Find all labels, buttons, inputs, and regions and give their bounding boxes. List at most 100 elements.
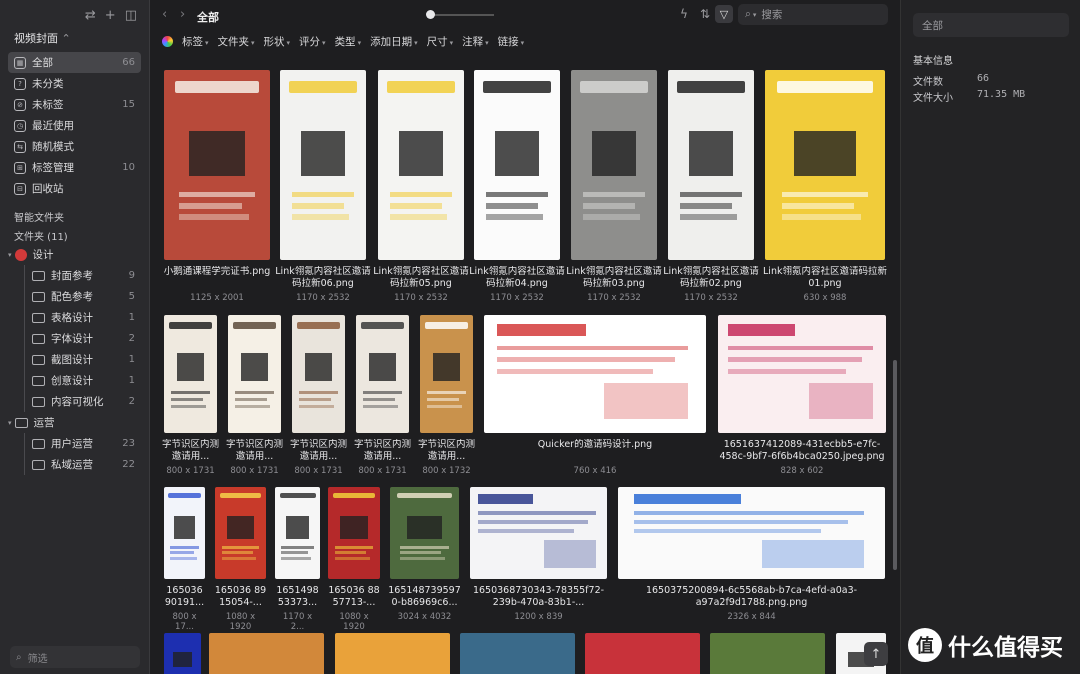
- thumbnail[interactable]: [710, 633, 825, 674]
- disclosure-icon[interactable]: ▾: [8, 251, 12, 259]
- thumbnail[interactable]: [470, 487, 607, 579]
- sidebar-item[interactable]: ⊞ 标签管理 10: [8, 157, 141, 178]
- file-dimensions: 1170 x 2...: [282, 612, 313, 632]
- folder-icon: [32, 438, 45, 449]
- file-dimensions: 1080 x 1920: [339, 612, 369, 632]
- folder-count: 9: [128, 270, 135, 281]
- sort-icon[interactable]: ⇅: [700, 7, 710, 21]
- sidebar-item[interactable]: ▦ 全部 66: [8, 52, 141, 73]
- sidebar-item[interactable]: ◷ 最近使用: [8, 115, 141, 136]
- thumbnail[interactable]: [280, 70, 366, 260]
- folder-item[interactable]: 私域运营 22: [0, 454, 149, 475]
- sidebar-filter-input[interactable]: ⌕ 筛选: [10, 646, 140, 668]
- filter-dropdown[interactable]: 类型 ▾: [335, 34, 362, 49]
- file-name: 1651498 53373...: [276, 585, 319, 608]
- filter-icon[interactable]: ▽: [715, 5, 733, 23]
- search-input[interactable]: ⌕ ▾ 搜索: [738, 4, 888, 25]
- forward-icon[interactable]: ›: [180, 7, 185, 22]
- filter-dropdown[interactable]: 注释 ▾: [462, 34, 489, 49]
- thumbnail[interactable]: [571, 70, 657, 260]
- inspector-title-field[interactable]: 全部: [913, 13, 1069, 37]
- sidebar-item[interactable]: ⊟ 回收站: [8, 178, 141, 199]
- sidebar-item[interactable]: ? 未分类: [8, 73, 141, 94]
- sidebar-item[interactable]: ⇆ 随机模式: [8, 136, 141, 157]
- file-dimensions: 760 x 416: [573, 466, 617, 476]
- smart-folders-header[interactable]: 智能文件夹: [0, 207, 149, 225]
- scrollbar[interactable]: [893, 360, 897, 570]
- file-name: 165036 88 57713-...: [328, 585, 380, 608]
- thumbnail[interactable]: [292, 315, 345, 433]
- thumbnail[interactable]: [390, 487, 459, 579]
- filter-dropdown[interactable]: 添加日期 ▾: [370, 34, 418, 49]
- chevron-down-icon: ▾: [251, 38, 255, 47]
- folder-item[interactable]: 截图设计 1: [0, 349, 149, 370]
- back-icon[interactable]: ‹: [162, 7, 167, 22]
- file-dimensions: 1170 x 2532: [684, 293, 738, 303]
- folder-item[interactable]: 用户运营 23: [0, 433, 149, 454]
- sidebar-item-label: 未标签: [32, 99, 64, 111]
- filter-dropdown[interactable]: 文件夹 ▾: [218, 34, 255, 49]
- sidebar-item-label: 未分类: [32, 78, 64, 90]
- thumbnail[interactable]: [228, 315, 281, 433]
- thumbnail[interactable]: [335, 633, 450, 674]
- file-dimensions: 1125 x 2001: [190, 293, 244, 303]
- folder-item[interactable]: 字体设计 2: [0, 328, 149, 349]
- thumbnail[interactable]: [209, 633, 324, 674]
- thumbnail[interactable]: [718, 315, 886, 433]
- thumbnail[interactable]: [668, 70, 754, 260]
- thumbnail[interactable]: [164, 70, 270, 260]
- sidebar: ⇄ + ◫ 视频封面 ⌃ ▦ 全部 66? 未分类 ⊘ 未标签 15 ◷ 最近使用 ⇆ 随机模式 ⊞ 标…: [0, 0, 150, 674]
- folder-icon: [32, 333, 45, 344]
- thumbnail[interactable]: [474, 70, 560, 260]
- filter-dropdown[interactable]: 形状 ▾: [264, 34, 291, 49]
- chevron-updown-icon: ⌃: [61, 32, 71, 45]
- filter-dropdown[interactable]: 链接 ▾: [498, 34, 525, 49]
- folder-item[interactable]: ▾ 设计: [0, 244, 149, 265]
- toolbar: ‹ › 全部 ϟ ⇅ ▽ ⌕ ▾ 搜索: [150, 0, 900, 30]
- chevron-down-icon: ▾: [752, 10, 757, 19]
- folder-item[interactable]: 配色参考 5: [0, 286, 149, 307]
- thumbnail[interactable]: [215, 487, 266, 579]
- thumbnail[interactable]: [420, 315, 473, 433]
- slider-knob[interactable]: [426, 10, 435, 19]
- sidebar-toggle-icon[interactable]: ◫: [125, 8, 137, 23]
- add-icon[interactable]: +: [105, 8, 116, 23]
- folders-header[interactable]: 文件夹 (11): [0, 226, 149, 244]
- folder-item[interactable]: 封面参考 9: [0, 265, 149, 286]
- thumbnail[interactable]: [378, 70, 464, 260]
- filter-dropdown[interactable]: 尺寸 ▾: [427, 34, 454, 49]
- thumbnail[interactable]: [460, 633, 575, 674]
- filter-dropdown[interactable]: 评分 ▾: [299, 34, 326, 49]
- inspector-panel: 全部 基本信息 文件数 66 文件大小 71.35 MB: [900, 0, 1080, 674]
- swap-icon[interactable]: ⇄: [85, 8, 96, 23]
- file-name: 165036 90191...: [164, 585, 205, 608]
- thumbnail[interactable]: [275, 487, 320, 579]
- sidebar-item[interactable]: ⊘ 未标签 15: [8, 94, 141, 115]
- search-placeholder: 搜索: [761, 9, 783, 21]
- sidebar-item-icon: ◷: [14, 119, 26, 132]
- thumbnail[interactable]: [585, 633, 700, 674]
- thumbnail[interactable]: [356, 315, 409, 433]
- chevron-down-icon: ▾: [322, 38, 326, 47]
- thumbnail[interactable]: [328, 487, 380, 579]
- file-name: 字节识区内测邀请用...: [161, 439, 219, 462]
- color-filter-icon[interactable]: [162, 35, 173, 47]
- thumbnail[interactable]: [164, 315, 217, 433]
- thumbnail[interactable]: [164, 487, 205, 579]
- search-icon: ⌕: [16, 651, 22, 663]
- disclosure-icon[interactable]: ▾: [8, 419, 12, 427]
- thumbnail[interactable]: [618, 487, 885, 579]
- filter-dropdown[interactable]: 标签 ▾: [182, 34, 209, 49]
- thumbnail[interactable]: [765, 70, 885, 260]
- thumbnail[interactable]: [164, 633, 201, 674]
- lightning-icon[interactable]: ϟ: [680, 7, 688, 21]
- library-switcher[interactable]: 视频封面 ⌃: [0, 30, 149, 46]
- folder-item[interactable]: ▾ 运营: [0, 412, 149, 433]
- chevron-down-icon: ▾: [205, 38, 209, 47]
- thumbnail-size-slider[interactable]: [428, 14, 494, 16]
- thumbnail[interactable]: [484, 315, 706, 433]
- folder-item[interactable]: 创意设计 1: [0, 370, 149, 391]
- folder-item[interactable]: 内容可视化 2: [0, 391, 149, 412]
- folder-item[interactable]: 表格设计 1: [0, 307, 149, 328]
- scroll-to-top-button[interactable]: ↑: [864, 642, 888, 666]
